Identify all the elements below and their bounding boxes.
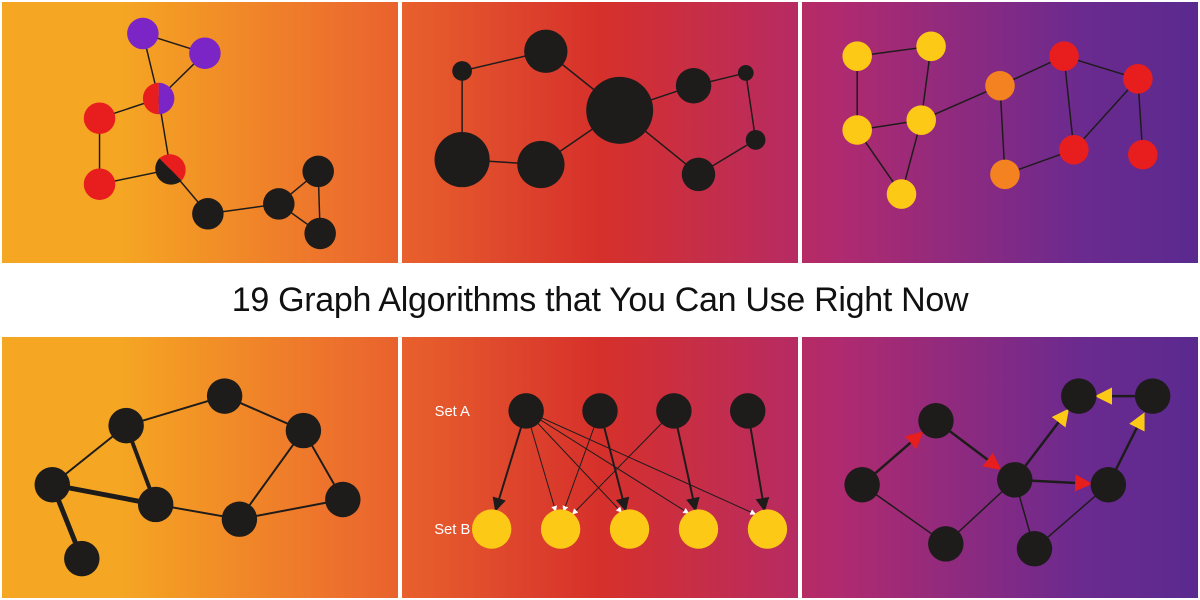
node	[138, 487, 173, 522]
node	[918, 403, 953, 438]
node	[844, 467, 879, 502]
node-b	[472, 509, 511, 548]
node	[676, 68, 711, 103]
nodes	[842, 32, 1157, 209]
node-a	[656, 393, 691, 428]
set-a-label: Set A	[435, 404, 470, 420]
node	[452, 61, 472, 81]
node	[682, 158, 715, 191]
set-b-label: Set B	[434, 522, 470, 538]
node-red	[1049, 41, 1079, 71]
nodes	[435, 30, 766, 192]
node-orange	[990, 160, 1020, 190]
node	[64, 541, 99, 576]
node-red	[1059, 135, 1089, 165]
node	[524, 30, 567, 73]
node-black	[304, 218, 336, 250]
node-a	[508, 393, 543, 428]
node	[928, 526, 963, 561]
node	[222, 501, 257, 536]
node	[997, 462, 1032, 497]
graph-centrality	[402, 2, 798, 263]
red-arrows	[862, 421, 1090, 485]
panel-bipartite: Set A Set B	[400, 335, 800, 600]
node-yellow	[916, 32, 946, 62]
node-a	[582, 393, 617, 428]
node	[207, 378, 242, 413]
graph-directed	[802, 337, 1198, 598]
node-black	[263, 188, 295, 220]
white-arrows	[526, 411, 755, 514]
graph-bipartite: Set A Set B	[402, 337, 798, 598]
nodes	[84, 18, 336, 249]
node-a	[730, 393, 765, 428]
panel-weighted-edges	[0, 335, 400, 600]
node-black	[192, 198, 224, 230]
node-b	[541, 509, 580, 548]
node-orange	[985, 71, 1015, 101]
node	[746, 130, 766, 150]
panel-centrality	[400, 0, 800, 265]
node-red	[1128, 140, 1158, 170]
panel-directed-path	[800, 335, 1200, 600]
node-yellow	[887, 179, 917, 209]
node-black	[302, 156, 334, 188]
black-arrows	[496, 411, 765, 510]
node-yellow	[842, 115, 872, 145]
node-yellow	[906, 105, 936, 135]
set-b-nodes	[472, 509, 787, 548]
node-red	[84, 168, 116, 200]
node-red	[84, 102, 116, 134]
node	[108, 408, 143, 443]
node	[435, 132, 490, 187]
panel-color-clusters	[800, 0, 1200, 265]
node	[1135, 378, 1170, 413]
graph-community	[2, 2, 398, 263]
node-yellow	[842, 41, 872, 71]
node	[1061, 378, 1096, 413]
panel-community-coloring	[0, 0, 400, 265]
page-title: 19 Graph Algorithms that You Can Use Rig…	[232, 281, 969, 320]
node-purple	[189, 37, 221, 69]
graph-color-clusters	[802, 2, 1198, 263]
node	[286, 413, 321, 448]
node	[35, 467, 70, 502]
node-half-red-purple	[143, 83, 175, 115]
node-b	[610, 509, 649, 548]
graph-weighted	[2, 337, 398, 598]
set-a-nodes	[508, 393, 765, 428]
node-b	[748, 509, 787, 548]
title-band: 19 Graph Algorithms that You Can Use Rig…	[0, 265, 1200, 335]
node-red	[1123, 64, 1153, 94]
plain-edges	[862, 480, 1108, 549]
node	[325, 482, 360, 517]
nodes	[35, 378, 361, 576]
node	[517, 141, 564, 188]
node-half-red-black	[155, 154, 185, 184]
node-b	[679, 509, 718, 548]
node	[1017, 531, 1052, 566]
node-purple	[127, 18, 159, 50]
panel-grid: 19 Graph Algorithms that You Can Use Rig…	[0, 0, 1200, 600]
nodes	[844, 378, 1170, 566]
node	[738, 65, 754, 81]
node	[1091, 467, 1126, 502]
node	[586, 77, 653, 144]
